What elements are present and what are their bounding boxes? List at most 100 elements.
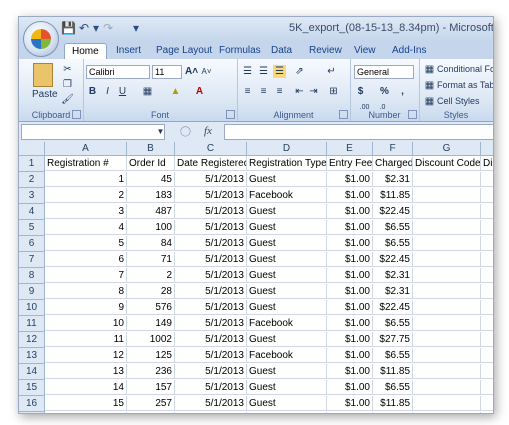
table-cell[interactable]: Facebook	[247, 188, 327, 203]
table-cell[interactable]: $22.45	[373, 412, 413, 413]
table-cell[interactable]: Guest	[247, 204, 327, 219]
table-cell[interactable]: 5/1/2013	[175, 236, 247, 251]
column-header-f[interactable]: F	[373, 142, 413, 156]
bold-button[interactable]: B	[86, 85, 99, 98]
table-cell[interactable]	[481, 316, 493, 331]
table-cell[interactable]: 149	[127, 316, 175, 331]
table-cell[interactable]: Facebook	[247, 348, 327, 363]
row-header[interactable]: 5	[19, 220, 45, 236]
select-all-corner[interactable]	[19, 142, 45, 156]
table-cell[interactable]: Guest	[247, 268, 327, 283]
table-cell[interactable]: 342	[127, 412, 175, 413]
table-cell[interactable]	[481, 204, 493, 219]
row-header[interactable]: 8	[19, 268, 45, 284]
table-cell[interactable]: 183	[127, 188, 175, 203]
paste-icon[interactable]	[33, 63, 53, 87]
table-cell[interactable]: 5/1/2013	[175, 188, 247, 203]
row-header[interactable]: 16	[19, 396, 45, 412]
increase-indent-icon[interactable]: ⇥	[307, 85, 320, 98]
currency-button[interactable]: $	[354, 85, 367, 98]
font-launcher-icon[interactable]	[226, 110, 235, 119]
table-cell[interactable]: $1.00	[327, 220, 373, 235]
row-header[interactable]: 11	[19, 316, 45, 332]
table-cell[interactable]	[481, 220, 493, 235]
tab-review[interactable]: Review	[302, 43, 349, 59]
table-cell[interactable]: 5/1/2013	[175, 220, 247, 235]
align-middle-icon[interactable]: ☰	[257, 65, 270, 78]
cut-icon[interactable]: ✂	[61, 63, 74, 76]
table-cell[interactable]: 6	[45, 252, 127, 267]
table-cell[interactable]: $11.85	[373, 364, 413, 379]
table-cell[interactable]: $1.00	[327, 188, 373, 203]
column-header-b[interactable]: B	[127, 142, 175, 156]
align-top-icon[interactable]: ☰	[241, 65, 254, 78]
table-cell[interactable]: 2	[127, 268, 175, 283]
table-cell[interactable]: $1.00	[327, 316, 373, 331]
table-cell[interactable]	[481, 300, 493, 315]
tab-add-ins[interactable]: Add-Ins	[385, 43, 433, 59]
table-cell[interactable]: 157	[127, 380, 175, 395]
number-launcher-icon[interactable]	[408, 110, 417, 119]
table-cell[interactable]: 12	[45, 348, 127, 363]
name-box-dropdown-icon[interactable]: ▼	[154, 125, 167, 138]
format-painter-icon[interactable]: 🖌	[61, 93, 74, 106]
header-cell[interactable]: Registration Type	[247, 156, 327, 171]
header-cell[interactable]: Discount	[481, 156, 493, 171]
table-cell[interactable]: 487	[127, 204, 175, 219]
table-cell[interactable]	[481, 268, 493, 283]
font-name-select[interactable]: Calibri	[86, 65, 150, 79]
row-header[interactable]: 12	[19, 332, 45, 348]
table-cell[interactable]: $2.31	[373, 284, 413, 299]
align-center-icon[interactable]: ≡	[257, 85, 270, 98]
table-cell[interactable]: Guest	[247, 252, 327, 267]
table-cell[interactable]: $1.00	[327, 412, 373, 413]
column-header-g[interactable]: G	[413, 142, 481, 156]
table-cell[interactable]: Guest	[247, 284, 327, 299]
table-cell[interactable]	[481, 380, 493, 395]
table-cell[interactable]: 1	[45, 172, 127, 187]
table-cell[interactable]	[481, 236, 493, 251]
table-cell[interactable]: 10	[45, 316, 127, 331]
row-header[interactable]: 6	[19, 236, 45, 252]
table-cell[interactable]: $6.55	[373, 316, 413, 331]
table-cell[interactable]	[481, 412, 493, 413]
tab-page-layout[interactable]: Page Layout	[149, 43, 219, 59]
table-cell[interactable]: 3	[45, 204, 127, 219]
table-cell[interactable]	[481, 188, 493, 203]
row-header[interactable]: 1	[19, 156, 45, 172]
table-cell[interactable]: $1.00	[327, 380, 373, 395]
table-cell[interactable]	[481, 364, 493, 379]
row-header[interactable]: 14	[19, 364, 45, 380]
table-cell[interactable]: 5/1/2013	[175, 412, 247, 413]
table-cell[interactable]: 5/1/2013	[175, 284, 247, 299]
percent-button[interactable]: %	[378, 85, 391, 98]
table-cell[interactable]: $1.00	[327, 284, 373, 299]
table-cell[interactable]: 9	[45, 300, 127, 315]
table-cell[interactable]	[413, 236, 481, 251]
table-cell[interactable]	[413, 284, 481, 299]
table-cell[interactable]: $22.45	[373, 204, 413, 219]
merge-center-icon[interactable]: ⊞	[327, 85, 340, 98]
table-cell[interactable]: 14	[45, 380, 127, 395]
table-cell[interactable]: 576	[127, 300, 175, 315]
table-cell[interactable]: $6.55	[373, 380, 413, 395]
table-cell[interactable]: $1.00	[327, 396, 373, 411]
table-cell[interactable]: $6.55	[373, 348, 413, 363]
orientation-icon[interactable]: ⇗	[293, 65, 306, 78]
table-cell[interactable]: 7	[45, 268, 127, 283]
header-cell[interactable]: Discount Code	[413, 156, 481, 171]
table-cell[interactable]	[413, 172, 481, 187]
tab-insert[interactable]: Insert	[109, 43, 148, 59]
table-cell[interactable]: 4	[45, 220, 127, 235]
table-cell[interactable]: 5/1/2013	[175, 364, 247, 379]
table-cell[interactable]	[413, 204, 481, 219]
table-cell[interactable]: Facebook	[247, 412, 327, 413]
table-cell[interactable]	[413, 316, 481, 331]
shrink-font-icon[interactable]: A˅	[200, 65, 213, 78]
table-cell[interactable]: 16	[45, 412, 127, 413]
table-cell[interactable]: 5/1/2013	[175, 348, 247, 363]
table-cell[interactable]: $6.55	[373, 220, 413, 235]
table-cell[interactable]: $11.85	[373, 188, 413, 203]
table-cell[interactable]	[481, 284, 493, 299]
font-size-select[interactable]: 11	[152, 65, 182, 79]
